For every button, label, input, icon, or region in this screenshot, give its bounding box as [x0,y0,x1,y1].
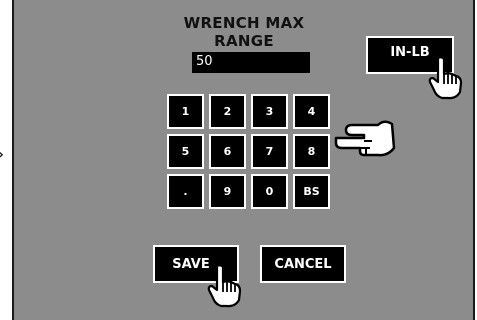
pressing-hand-icon [428,56,463,100]
key-9[interactable]: 9 [209,174,246,209]
max-range-value-field[interactable]: 50 [192,52,310,73]
pointing-hand-icon [334,120,396,157]
connector-arrow-icon: › [0,146,4,164]
key-2[interactable]: 2 [209,94,246,129]
screen-title: WRENCH MAX RANGE [183,14,305,50]
key-5[interactable]: 5 [167,134,204,169]
key-3[interactable]: 3 [251,94,288,129]
numeric-keypad: 1 2 3 4 5 6 7 8 . 9 0 BS [167,94,330,209]
key-backspace[interactable]: BS [293,174,330,209]
key-0[interactable]: 0 [251,174,288,209]
wrench-range-panel: WRENCH MAX RANGE 50 IN-LB 1 2 3 4 5 6 7 … [12,0,475,320]
key-8[interactable]: 8 [293,134,330,169]
key-decimal[interactable]: . [167,174,204,209]
cancel-button[interactable]: CANCEL [260,245,346,283]
key-1[interactable]: 1 [167,94,204,129]
key-4[interactable]: 4 [293,94,330,129]
pressing-hand-icon [207,264,242,308]
key-7[interactable]: 7 [251,134,288,169]
key-6[interactable]: 6 [209,134,246,169]
